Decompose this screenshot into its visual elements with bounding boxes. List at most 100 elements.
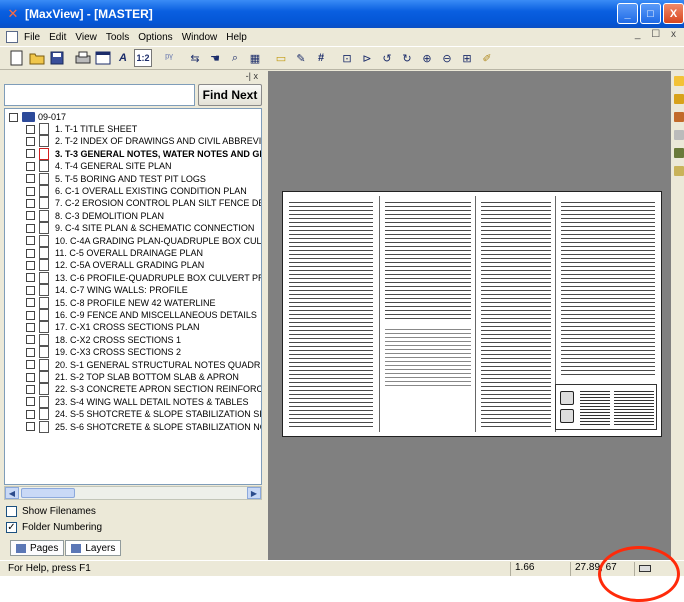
expand-toggle-icon[interactable] (26, 174, 35, 184)
tree-page-item[interactable]: 15. C-8 PROFILE NEW 42 WATERLINE (26, 296, 261, 309)
fit-icon[interactable]: ⊞ (458, 49, 476, 67)
panel-pin-close[interactable]: -| x (4, 72, 262, 82)
tree-page-item[interactable]: 19. C-X3 CROSS SECTIONS 2 (26, 346, 261, 359)
expand-toggle-icon[interactable] (26, 422, 35, 432)
expand-toggle-icon[interactable] (26, 347, 35, 357)
tree-page-item[interactable]: 7. C-2 EROSION CONTROL PLAN SILT FENCE D… (26, 197, 261, 210)
expand-toggle-icon[interactable] (26, 223, 35, 233)
hash-icon[interactable]: # (312, 49, 330, 67)
folder-numbering-checkbox[interactable]: ✓ (6, 521, 17, 533)
expand-toggle-icon[interactable] (26, 248, 35, 258)
drawing-sheet[interactable] (282, 191, 662, 437)
tree-page-item[interactable]: 3. T-3 GENERAL NOTES, WATER NOTES AND GE (26, 147, 261, 160)
tree-page-item[interactable]: 22. S-3 CONCRETE APRON SECTION REINFORCE… (26, 383, 261, 396)
expand-toggle-icon[interactable] (26, 186, 35, 196)
frame-icon[interactable] (94, 49, 112, 67)
tree-root[interactable]: 09-017 (9, 111, 66, 123)
tab-layers[interactable]: Layers (65, 540, 122, 556)
expand-toggle-icon[interactable] (26, 236, 35, 246)
folder-icon[interactable] (674, 94, 684, 104)
tree-page-item[interactable]: 1. T-1 TITLE SHEET (26, 123, 261, 135)
page-next-icon[interactable]: ⊳ (358, 49, 376, 67)
expand-toggle-icon[interactable] (26, 211, 35, 221)
hand-icon[interactable]: ☚ (206, 49, 224, 67)
text-tool-icon[interactable] (674, 130, 684, 140)
expand-toggle-icon[interactable] (26, 310, 35, 320)
move-icon[interactable] (674, 148, 684, 158)
expand-toggle-icon[interactable] (26, 372, 35, 382)
menu-file[interactable]: File (24, 32, 40, 43)
tree-page-item[interactable]: 2. T-2 INDEX OF DRAWINGS AND CIVIL ABBRE… (26, 135, 261, 148)
pan-icon[interactable]: ⇆ (186, 49, 204, 67)
maximize-button[interactable]: □ (640, 3, 661, 24)
expand-toggle-icon[interactable] (26, 285, 35, 295)
tree-page-item[interactable]: 9. C-4 SITE PLAN & SCHEMATIC CONNECTION (26, 222, 261, 235)
expand-toggle-icon[interactable] (26, 335, 35, 345)
expand-toggle-icon[interactable] (26, 124, 35, 134)
expand-toggle-icon[interactable] (26, 397, 35, 407)
pencil-icon[interactable]: ✎ (292, 49, 310, 67)
menu-options[interactable]: Options (138, 32, 172, 43)
expand-toggle-icon[interactable] (26, 260, 35, 270)
grid-icon[interactable]: ▦ (246, 49, 264, 67)
tree-page-item[interactable]: 8. C-3 DEMOLITION PLAN (26, 209, 261, 222)
menu-view[interactable]: View (75, 32, 97, 43)
document-icon[interactable] (6, 31, 18, 43)
tree-page-item[interactable]: 12. C-5A OVERALL GRADING PLAN (26, 259, 261, 272)
tree-page-item[interactable]: 18. C-X2 CROSS SECTIONS 1 (26, 333, 261, 346)
stamp-icon[interactable] (674, 112, 684, 122)
tree-page-item[interactable]: 6. C-1 OVERALL EXISTING CONDITION PLAN (26, 185, 261, 197)
text-icon[interactable]: A (114, 49, 132, 67)
pen-icon[interactable]: ✐ (478, 49, 496, 67)
tab-pages[interactable]: Pages (10, 540, 65, 556)
folder-icon[interactable]: ▭ (272, 49, 290, 67)
minimize-button[interactable]: _ (617, 3, 638, 24)
menu-help[interactable]: Help (226, 32, 247, 43)
expand-toggle-icon[interactable] (26, 161, 35, 171)
menu-tools[interactable]: Tools (106, 32, 129, 43)
tree-page-item[interactable]: 5. T-5 BORING AND TEST PIT LOGS (26, 172, 261, 185)
expand-toggle-icon[interactable] (26, 198, 35, 208)
scroll-left-icon[interactable]: ◀ (5, 487, 19, 499)
mdi-controls[interactable]: _ ☐ x (635, 29, 680, 40)
tree-page-item[interactable]: 23. S-4 WING WALL DETAIL NOTES & TABLES (26, 395, 261, 408)
tree-page-item[interactable]: 17. C-X1 CROSS SECTIONS PLAN (26, 321, 261, 334)
scroll-right-icon[interactable]: ▶ (247, 487, 261, 499)
tree-page-item[interactable]: 20. S-1 GENERAL STRUCTURAL NOTES QUADRUP… (26, 358, 261, 371)
expand-toggle-icon[interactable] (26, 384, 35, 394)
expand-toggle-icon[interactable] (26, 360, 35, 370)
scroll-thumb[interactable] (21, 488, 75, 498)
expand-toggle-icon[interactable] (26, 273, 35, 283)
expand-toggle-icon[interactable] (9, 112, 18, 122)
menu-edit[interactable]: Edit (49, 32, 66, 43)
print-icon[interactable] (74, 49, 92, 67)
expand-toggle-icon[interactable] (26, 149, 35, 159)
markup-icon[interactable] (674, 76, 684, 86)
tree-page-item[interactable]: 13. C-6 PROFILE-QUADRUPLE BOX CULVERT PR… (26, 271, 261, 284)
tree-page-item[interactable]: 14. C-7 WING WALLS: PROFILE (26, 284, 261, 297)
horizontal-scrollbar[interactable]: ◀ ▶ (4, 486, 262, 500)
document-view[interactable] (268, 71, 671, 560)
expand-toggle-icon[interactable] (26, 136, 35, 146)
select-icon[interactable] (674, 166, 684, 176)
annotate-icon[interactable]: ᵖᵞ (160, 49, 178, 67)
search-input[interactable] (4, 84, 195, 106)
expand-toggle-icon[interactable] (26, 409, 35, 419)
zoom-out-icon[interactable]: ⊖ (438, 49, 456, 67)
one-two-icon[interactable]: 1:2 (134, 49, 152, 67)
zoom-in-icon[interactable]: ⊕ (418, 49, 436, 67)
menu-window[interactable]: Window (182, 32, 218, 43)
tree-page-item[interactable]: 10. C-4A GRADING PLAN-QUADRUPLE BOX CULV… (26, 234, 261, 247)
folder-numbering-row[interactable]: ✓ Folder Numbering (6, 520, 102, 534)
tree-page-item[interactable]: 11. C-5 OVERALL DRAINAGE PLAN (26, 247, 261, 259)
show-filenames-checkbox[interactable] (6, 505, 17, 517)
rotate-left-icon[interactable]: ↺ (378, 49, 396, 67)
tree-page-item[interactable]: 24. S-5 SHOTCRETE & SLOPE STABILIZATION … (26, 408, 261, 421)
open-icon[interactable] (28, 49, 46, 67)
find-next-button[interactable]: Find Next (198, 84, 262, 106)
tree-page-item[interactable]: 16. C-9 FENCE AND MISCELLANEOUS DETAILS (26, 309, 261, 321)
tree-page-item[interactable]: 21. S-2 TOP SLAB BOTTOM SLAB & APRON (26, 371, 261, 383)
save-icon[interactable] (48, 49, 66, 67)
new-icon[interactable] (8, 49, 26, 67)
tree-page-item[interactable]: 25. S-6 SHOTCRETE & SLOPE STABILIZATION … (26, 420, 261, 433)
